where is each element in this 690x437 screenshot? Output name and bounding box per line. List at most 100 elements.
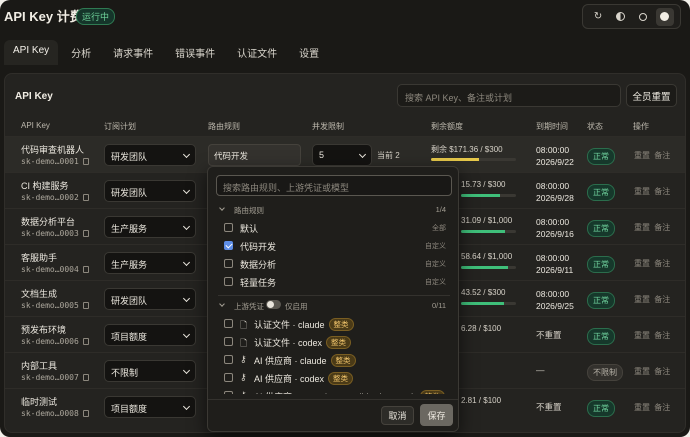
- chevron-down-icon: [182, 258, 191, 267]
- upstream-option[interactable]: ⚷ AI 供应商 · claude 整类: [218, 351, 450, 369]
- chevron-down-icon: [182, 402, 191, 411]
- expiry-date-text: 2026/9/11: [536, 265, 574, 275]
- copy-icon[interactable]: [82, 374, 89, 381]
- upstream-option[interactable]: 🗋 认证文件 · codex 整类: [218, 333, 450, 351]
- row-actions[interactable]: 重置 备注: [634, 330, 670, 341]
- plan-select-value: 不限制: [111, 368, 139, 378]
- expiry-time-text: 08:00:00: [536, 253, 570, 263]
- route-rule-input[interactable]: 代码开发: [208, 144, 301, 166]
- expiry-time: 08:00:00 2026/9/25: [536, 288, 574, 312]
- row-actions[interactable]: 重置 备注: [634, 366, 670, 377]
- chevron-down-icon: [182, 294, 191, 303]
- plan-select[interactable]: 项目额度: [104, 396, 196, 418]
- route-option[interactable]: 代码开发 自定义: [218, 237, 450, 255]
- plan-select[interactable]: 不限制: [104, 360, 196, 382]
- checkbox[interactable]: [224, 223, 233, 232]
- plan-select[interactable]: 生产服务: [104, 252, 196, 274]
- plan-select-value: 项目额度: [111, 332, 148, 342]
- expiry-date-text: 2026/9/16: [536, 229, 574, 239]
- circle-filled-icon[interactable]: [655, 7, 674, 26]
- circle-outline-icon[interactable]: [634, 8, 652, 26]
- checkbox[interactable]: [224, 277, 233, 286]
- tab-settings[interactable]: 设置: [290, 40, 328, 65]
- route-option-label: 数据分析: [240, 260, 277, 270]
- theme-switcher: ↻: [582, 4, 681, 29]
- contrast-icon[interactable]: [611, 8, 629, 26]
- route-option[interactable]: 轻量任务 自定义: [218, 273, 450, 291]
- checkbox[interactable]: [224, 391, 233, 394]
- plan-select-value: 研发团队: [111, 296, 148, 306]
- chevron-down-icon[interactable]: [219, 301, 225, 307]
- tab-api-key[interactable]: API Key: [4, 40, 59, 65]
- row-actions[interactable]: 重置 备注: [634, 186, 670, 197]
- key-id-text: sk-demo…0005: [21, 301, 79, 310]
- checkbox[interactable]: [224, 337, 233, 346]
- upstream-option[interactable]: ⚷ AI 供应商 · openai-compatible-deepseek整类: [218, 387, 450, 394]
- routes-section-header[interactable]: 路由规则 1/4: [218, 202, 450, 219]
- upstream-option[interactable]: ⚷ AI 供应商 · codex 整类: [218, 369, 450, 387]
- key-icon: ⚷: [240, 354, 247, 364]
- plan-select[interactable]: 生产服务: [104, 216, 196, 238]
- cancel-button[interactable]: 取消: [381, 406, 414, 425]
- refresh-icon[interactable]: ↻: [589, 8, 607, 26]
- col-route: 路由规则: [208, 122, 240, 131]
- checkbox[interactable]: [224, 355, 233, 364]
- checkbox[interactable]: [224, 373, 233, 382]
- key-id: sk-demo…0003: [21, 229, 89, 238]
- save-button[interactable]: 保存: [420, 404, 453, 426]
- copy-icon[interactable]: [82, 266, 89, 273]
- tab-request-events[interactable]: 请求事件: [104, 40, 162, 65]
- route-search-input[interactable]: 搜索路由规则、上游凭证或模型: [216, 175, 452, 196]
- row-actions[interactable]: 重置 备注: [634, 294, 670, 305]
- plan-select[interactable]: 研发团队: [104, 144, 196, 166]
- key-icon: ⚷: [240, 390, 247, 394]
- upstream-option-label: 认证文件 · codex: [254, 338, 323, 348]
- row-actions[interactable]: 重置 备注: [634, 222, 670, 233]
- tab-analysis[interactable]: 分析: [62, 40, 100, 65]
- copy-icon[interactable]: [82, 230, 89, 237]
- row-actions[interactable]: 重置 备注: [634, 150, 670, 161]
- quota-label: 2.81 / $100: [461, 396, 502, 405]
- key-id-text: sk-demo…0001: [21, 157, 79, 166]
- plan-select[interactable]: 研发团队: [104, 180, 196, 202]
- copy-icon[interactable]: [82, 194, 89, 201]
- upstream-option[interactable]: 🗋 认证文件 · claude 整类: [218, 315, 450, 333]
- plan-select[interactable]: 研发团队: [104, 288, 196, 310]
- tab-error-events[interactable]: 错误事件: [166, 40, 224, 65]
- route-option[interactable]: 数据分析 自定义: [218, 255, 450, 273]
- enabled-only-toggle[interactable]: [266, 300, 281, 309]
- plan-select[interactable]: 项目额度: [104, 324, 196, 346]
- copy-icon[interactable]: [82, 410, 89, 417]
- col-expiry: 到期时间: [536, 122, 568, 131]
- col-quota: 剩余额度: [431, 122, 463, 131]
- table-header: API Key 订阅计划 路由规则 并发限制 剩余额度 到期时间 状态 操作: [5, 118, 685, 136]
- routes-count: 1/4: [435, 205, 446, 214]
- expiry-time: 不重置: [536, 330, 562, 340]
- reset-all-button[interactable]: 全员重置: [626, 84, 677, 107]
- key-name: 代码审查机器人: [21, 145, 85, 155]
- key-id: sk-demo…0002: [21, 193, 89, 202]
- category-chip: 整类: [328, 318, 354, 331]
- key-id: sk-demo…0006: [21, 337, 89, 346]
- copy-icon[interactable]: [82, 302, 89, 309]
- route-option-label: 代码开发: [240, 242, 277, 252]
- file-icon: 🗋: [240, 320, 248, 330]
- copy-icon[interactable]: [82, 158, 89, 165]
- copy-icon[interactable]: [82, 338, 89, 345]
- checkbox[interactable]: [224, 319, 233, 328]
- upstream-option-label: AI 供应商 · openai-compatible-deepseek: [254, 392, 416, 394]
- divider: [218, 295, 450, 296]
- quota-label: 43.52 / $300: [461, 288, 506, 297]
- upstream-header-label: 上游凭证: [234, 302, 264, 311]
- tab-auth-files[interactable]: 认证文件: [228, 40, 286, 65]
- concurrency-select[interactable]: 5: [312, 144, 372, 166]
- col-plan: 订阅计划: [104, 122, 136, 131]
- route-option[interactable]: 默认 全部: [218, 219, 450, 237]
- checkbox[interactable]: [224, 241, 233, 250]
- row-actions[interactable]: 重置 备注: [634, 402, 670, 413]
- plan-select-value: 研发团队: [111, 152, 148, 162]
- row-actions[interactable]: 重置 备注: [634, 258, 670, 269]
- checkbox[interactable]: [224, 259, 233, 268]
- search-input[interactable]: 搜索 API Key、备注或计划: [397, 84, 621, 107]
- file-icon: 🗋: [240, 338, 248, 348]
